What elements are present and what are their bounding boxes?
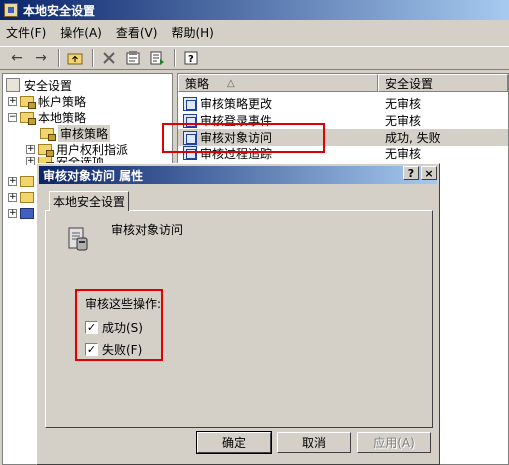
tab-label: 本地安全设置 [52,195,125,209]
computer-icon [20,207,34,219]
toolbar-separator [58,49,60,67]
tree-item-label: 用户权利指派 [56,142,129,157]
policy-icon [183,96,197,111]
menu-help[interactable]: 帮助(H) [171,24,213,41]
tree-item-label: 审核策略 [58,124,111,142]
policy-title: 审核对象访问 [111,223,184,237]
menu-action[interactable]: 操作(A) [60,24,102,41]
expand-plus-icon[interactable]: + [8,208,17,218]
policy-audit-icon [65,224,91,252]
policy-setting: 成功, 失败 [385,131,441,145]
up-folder-icon[interactable] [64,48,86,68]
window-titlebar: 本地安全设置 [0,0,509,20]
forward-arrow-icon[interactable]: → [30,48,52,68]
expand-plus-icon[interactable]: + [8,176,17,186]
tree-item-account-policy[interactable]: + 帐户策略 [8,93,86,109]
policy-folder-icon [20,111,36,125]
policy-setting: 无审核 [385,146,422,161]
tree-item-collapsed[interactable]: + [8,205,38,221]
menu-file[interactable]: 文件(F) [6,24,46,41]
tab-local-security-setting[interactable]: 本地安全设置 [49,191,129,211]
apply-button[interactable]: 应用(A) [357,432,431,453]
folder-icon [20,175,34,187]
tree-item-label: 帐户策略 [38,94,87,109]
policy-setting: 无审核 [385,114,422,128]
security-settings-icon [6,78,20,92]
menu-view[interactable]: 查看(V) [116,24,158,41]
ok-button[interactable]: 确定 [196,431,272,454]
tree-item-label: 本地策略 [38,110,87,125]
list-header: 策略 △ 安全设置 [178,74,508,92]
highlight-box-list-row [162,123,325,153]
security-settings-app-icon [4,3,18,17]
tree-item-collapsed[interactable]: + [8,189,38,205]
collapse-minus-icon[interactable]: − [8,112,17,122]
folder-icon [20,191,34,203]
policy-folder-icon [38,143,54,157]
column-header-policy[interactable]: 策略 △ [178,74,378,92]
highlight-box-checkboxes [75,289,163,361]
tree-item-root[interactable]: 安全设置 [6,77,72,93]
toolbar-separator [92,49,94,67]
export-list-icon[interactable] [146,48,168,68]
help-icon[interactable]: ? [180,48,202,68]
help-button[interactable]: ? [403,166,419,180]
expand-plus-icon[interactable]: + [8,192,17,202]
properties-icon[interactable] [122,48,144,68]
column-header-setting[interactable]: 安全设置 [378,74,508,92]
delete-icon[interactable] [98,48,120,68]
policy-setting: 无审核 [385,97,422,111]
menu-bar: 文件(F) 操作(A) 查看(V) 帮助(H) [0,22,509,42]
close-button[interactable]: × [421,166,437,180]
dialog-title: 审核对象访问 属性 [43,168,144,183]
column-label: 安全设置 [385,76,434,91]
cancel-button[interactable]: 取消 [277,432,351,453]
tree-item-user-rights[interactable]: + 用户权利指派 [26,141,128,157]
expand-plus-icon[interactable]: + [26,144,35,154]
toolbar: ← → ? [0,46,509,70]
toolbar-separator [174,49,176,67]
svg-text:?: ? [188,54,194,65]
back-arrow-icon[interactable]: ← [6,48,28,68]
expand-plus-icon[interactable]: + [8,96,17,106]
tree-item-local-policy[interactable]: − 本地策略 [8,109,86,125]
sort-ascending-icon: △ [227,77,235,89]
tree-item-label: 安全设置 [24,78,73,93]
policy-folder-icon [40,127,56,141]
policy-folder-icon [20,95,36,109]
expand-plus-icon[interactable]: + [26,157,35,165]
column-label: 策略 [185,76,210,91]
tree-item-audit-policy[interactable]: 审核策略 [40,124,111,142]
window-title: 本地安全设置 [23,3,96,18]
list-item[interactable]: 审核策略更改 无审核 [178,95,508,112]
tree-item-collapsed[interactable]: + [8,173,38,189]
policy-name: 审核策略更改 [200,97,273,111]
dialog-titlebar: 审核对象访问 属性 [39,166,437,184]
